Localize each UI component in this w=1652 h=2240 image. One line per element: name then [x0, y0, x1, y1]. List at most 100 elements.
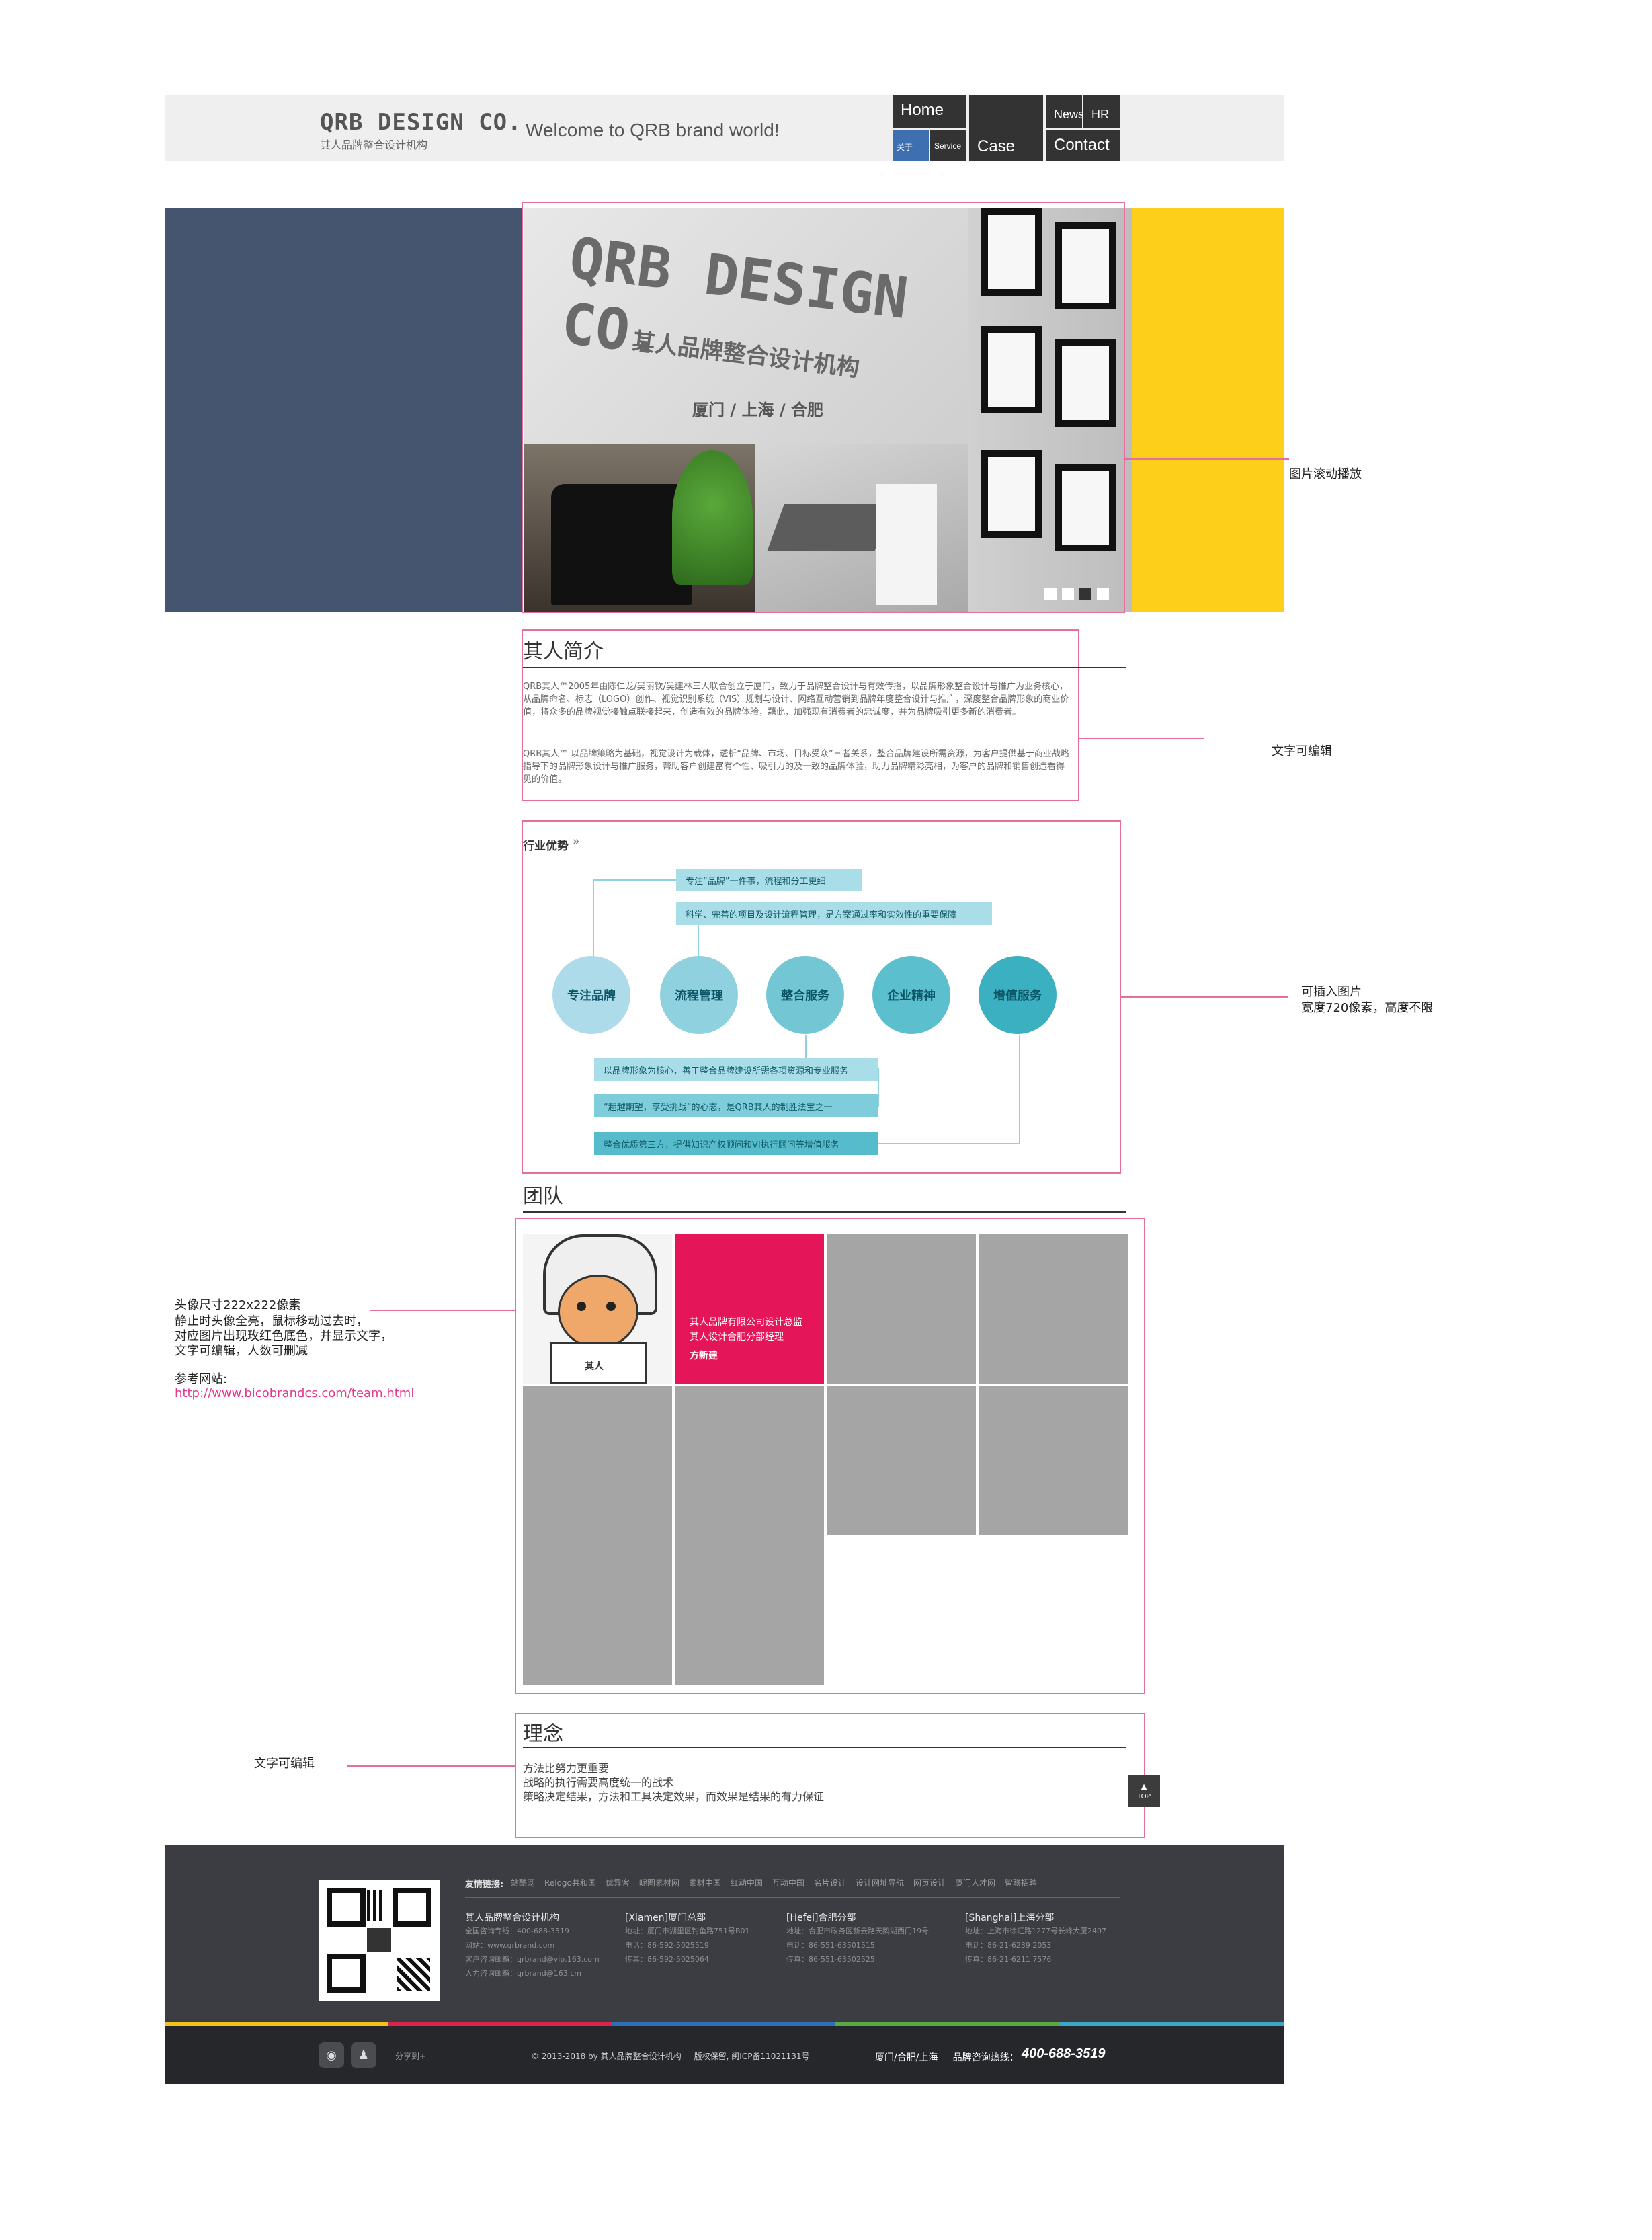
hq-email-hr[interactable]: 人力咨询邮箱：qrbrand@163.cm: [465, 1966, 600, 1981]
nav-contact[interactable]: Contact: [1046, 130, 1120, 161]
bottom-tag: 以品牌形象为核心，善于整合品牌建设所需各项资源和专业服务: [594, 1058, 878, 1081]
friend-link[interactable]: 红动中国: [731, 1877, 763, 1888]
nav-case[interactable]: Case: [969, 95, 1043, 161]
team-avatar[interactable]: [675, 1535, 824, 1685]
friend-links: 站酷网 Relogo共和国 优异客 昵图素材网 素材中国 红动中国 互动中国 名…: [511, 1877, 1037, 1888]
team-avatar[interactable]: [675, 1386, 824, 1535]
friend-link[interactable]: 名片设计: [814, 1877, 846, 1888]
team-avatar[interactable]: [523, 1386, 672, 1535]
friend-link[interactable]: Relogo共和国: [544, 1877, 596, 1888]
annotation-line: [1125, 458, 1289, 460]
team-avatar[interactable]: [827, 1234, 976, 1384]
intro-paragraph-1: QRB其人™2005年由陈仁龙/吴丽钦/吴建林三人联合创立于厦门，致力于品牌整合…: [523, 682, 1069, 717]
logo-subtitle: 其人品牌整合设计机构: [320, 138, 428, 151]
logo[interactable]: QRB DESIGN CO.: [320, 109, 522, 136]
friend-link[interactable]: 网页设计: [913, 1877, 946, 1888]
team-note-4: 文字可编辑，人数可删减: [175, 1344, 308, 1358]
annotation-line: [1079, 738, 1204, 739]
footer-hq: 其人品牌整合设计机构 全国咨询专线：400-688-3519 网站：www.qr…: [465, 1911, 600, 1981]
idea-line: 策略决定结果，方法和工具决定效果，而效果是结果的有力保证: [523, 1790, 825, 1803]
hefei-phone: 电话：86-551-63501515: [786, 1941, 875, 1950]
nav-news[interactable]: News: [1046, 95, 1084, 128]
site-header: QRB DESIGN CO. 其人品牌整合设计机构 Welcome to QRB…: [165, 95, 1284, 161]
friend-link[interactable]: 素材中国: [689, 1877, 721, 1888]
annotation-line: [370, 1310, 515, 1311]
team-title: 团队: [523, 1185, 563, 1208]
nav-service[interactable]: Service: [930, 130, 966, 161]
hq-site[interactable]: 网站：www.qrbrand.com: [465, 1938, 600, 1952]
member-title-1: 其人品牌有限公司设计总监: [690, 1317, 802, 1328]
connector-line: [878, 1068, 879, 1107]
hq-phone: 全国咨询专线：400-688-3519: [465, 1927, 569, 1935]
bottom-tag: “超越期望，享受挑战”的心态，是QRB其人的制胜法宝之一: [594, 1094, 878, 1117]
team-avatar[interactable]: [979, 1234, 1128, 1384]
idea-line: 方法比努力更重要: [523, 1762, 610, 1775]
team-note-2: 静止时头像全亮，鼠标移动过去时，: [175, 1314, 368, 1328]
team-divider: [523, 1211, 1126, 1213]
team-avatar-hover[interactable]: 其人品牌有限公司设计总监 其人设计合肥分部经理 方新建: [675, 1234, 824, 1384]
team-avatar[interactable]: 其人: [523, 1234, 672, 1384]
shanghai-fax: 传真：86-21-6211 7576: [965, 1955, 1052, 1964]
qr-code: [319, 1880, 440, 2001]
intro-note: 文字可编辑: [1272, 744, 1332, 758]
friend-link[interactable]: 站酷网: [511, 1877, 535, 1888]
hero-right-panel: [1132, 208, 1284, 612]
circle-focus-brand: 专注品牌: [552, 956, 630, 1034]
weibo-icon[interactable]: ◉: [319, 2042, 344, 2068]
friend-link[interactable]: 优异客: [606, 1877, 630, 1888]
links-label: 友情链接:: [465, 1880, 504, 1890]
friend-link[interactable]: 智联招聘: [1005, 1877, 1037, 1888]
team-avatar[interactable]: [523, 1535, 672, 1685]
team-note-3: 对应图片出现玫红色底色，并显示文字，: [175, 1329, 393, 1343]
member-name: 方新建: [690, 1351, 718, 1361]
hefei-address: 地址：合肥市政务区新云路天鹅湖西门19号: [786, 1927, 929, 1935]
copyright-text: © 2013-2018 by 其人品牌整合设计机构 版权保留, 闽ICP备110…: [531, 2052, 810, 2061]
member-title-2: 其人设计合肥分部经理: [690, 1332, 784, 1343]
bottom-tag: 整合优质第三方，提供知识产权顾问和VI执行顾问等增值服务: [594, 1132, 878, 1155]
footer-cities: 厦门/合肥/上海 品牌咨询热线：: [875, 2052, 1019, 2063]
connector-line: [593, 879, 676, 881]
xiamen-title: [Xiamen]厦门总部: [625, 1913, 706, 1923]
circle-spirit: 企业精神: [872, 956, 950, 1034]
top-tag: 科学、完善的项目及设计流程管理，是方案通过率和实效性的重要保障: [676, 902, 992, 925]
advantage-label: 行业优势: [523, 840, 569, 853]
share-label[interactable]: 分享到+: [395, 2050, 426, 2062]
double-chevron-icon: »: [573, 835, 580, 848]
hotline-number[interactable]: 400-688-3519: [1022, 2046, 1106, 2062]
friend-link[interactable]: 昵图素材网: [639, 1877, 679, 1888]
shanghai-phone: 电话：86-21-6239 2053: [965, 1941, 1052, 1950]
annotation-line: [1121, 996, 1288, 998]
nav-about[interactable]: 关于: [893, 130, 929, 161]
hq-email-client[interactable]: 客户咨询邮箱：qrbrand@vip.163.com: [465, 1952, 600, 1966]
team-reference-link[interactable]: http://www.bicobrandcs.com/team.html: [175, 1386, 414, 1400]
shanghai-title: [Shanghai]上海分部: [965, 1913, 1055, 1923]
slider-note: 图片滚动播放: [1289, 467, 1362, 481]
xiamen-fax: 传真：86-592-5025064: [625, 1955, 709, 1964]
back-to-top-label: TOP: [1137, 1792, 1151, 1800]
nav-hr[interactable]: HR: [1083, 95, 1120, 128]
team-avatar[interactable]: [979, 1386, 1128, 1535]
nav-home[interactable]: Home: [893, 95, 966, 128]
hefei-fax: 传真：86-551-63502525: [786, 1955, 875, 1964]
back-to-top-button[interactable]: ▲ TOP: [1128, 1775, 1160, 1807]
friend-link[interactable]: 厦门人才网: [955, 1877, 995, 1888]
hq-title: 其人品牌整合设计机构: [465, 1913, 559, 1923]
team-avatar[interactable]: [827, 1386, 976, 1535]
welcome-text: Welcome to QRB brand world!: [526, 120, 780, 141]
friend-link[interactable]: 互动中国: [772, 1877, 804, 1888]
slider-annotation-box: [522, 202, 1125, 613]
hero-left-panel: [165, 208, 522, 612]
intro-title: 其人简介: [523, 640, 604, 664]
idea-title: 理念: [523, 1722, 563, 1746]
footer-hefei: [Hefei]合肥分部 地址：合肥市政务区新云路天鹅湖西门19号 电话：86-5…: [786, 1911, 929, 1966]
friend-link[interactable]: 设计网址导航: [856, 1877, 904, 1888]
team-note-1: 头像尺寸222x222像素: [175, 1298, 301, 1312]
footer-divider: [465, 1897, 1120, 1898]
intro-divider: [523, 667, 1126, 668]
connector-line: [1019, 1035, 1020, 1143]
circle-integration: 整合服务: [766, 956, 844, 1034]
team-reference-label: 参考网站:: [175, 1372, 228, 1386]
footer-xiamen: [Xiamen]厦门总部 地址：厦门市湖里区钓鱼路751号B01 电话：86-5…: [625, 1911, 750, 1966]
top-tag: 专注“品牌”一件事，流程和分工更细: [676, 869, 862, 891]
qq-icon[interactable]: ♟: [351, 2042, 376, 2068]
